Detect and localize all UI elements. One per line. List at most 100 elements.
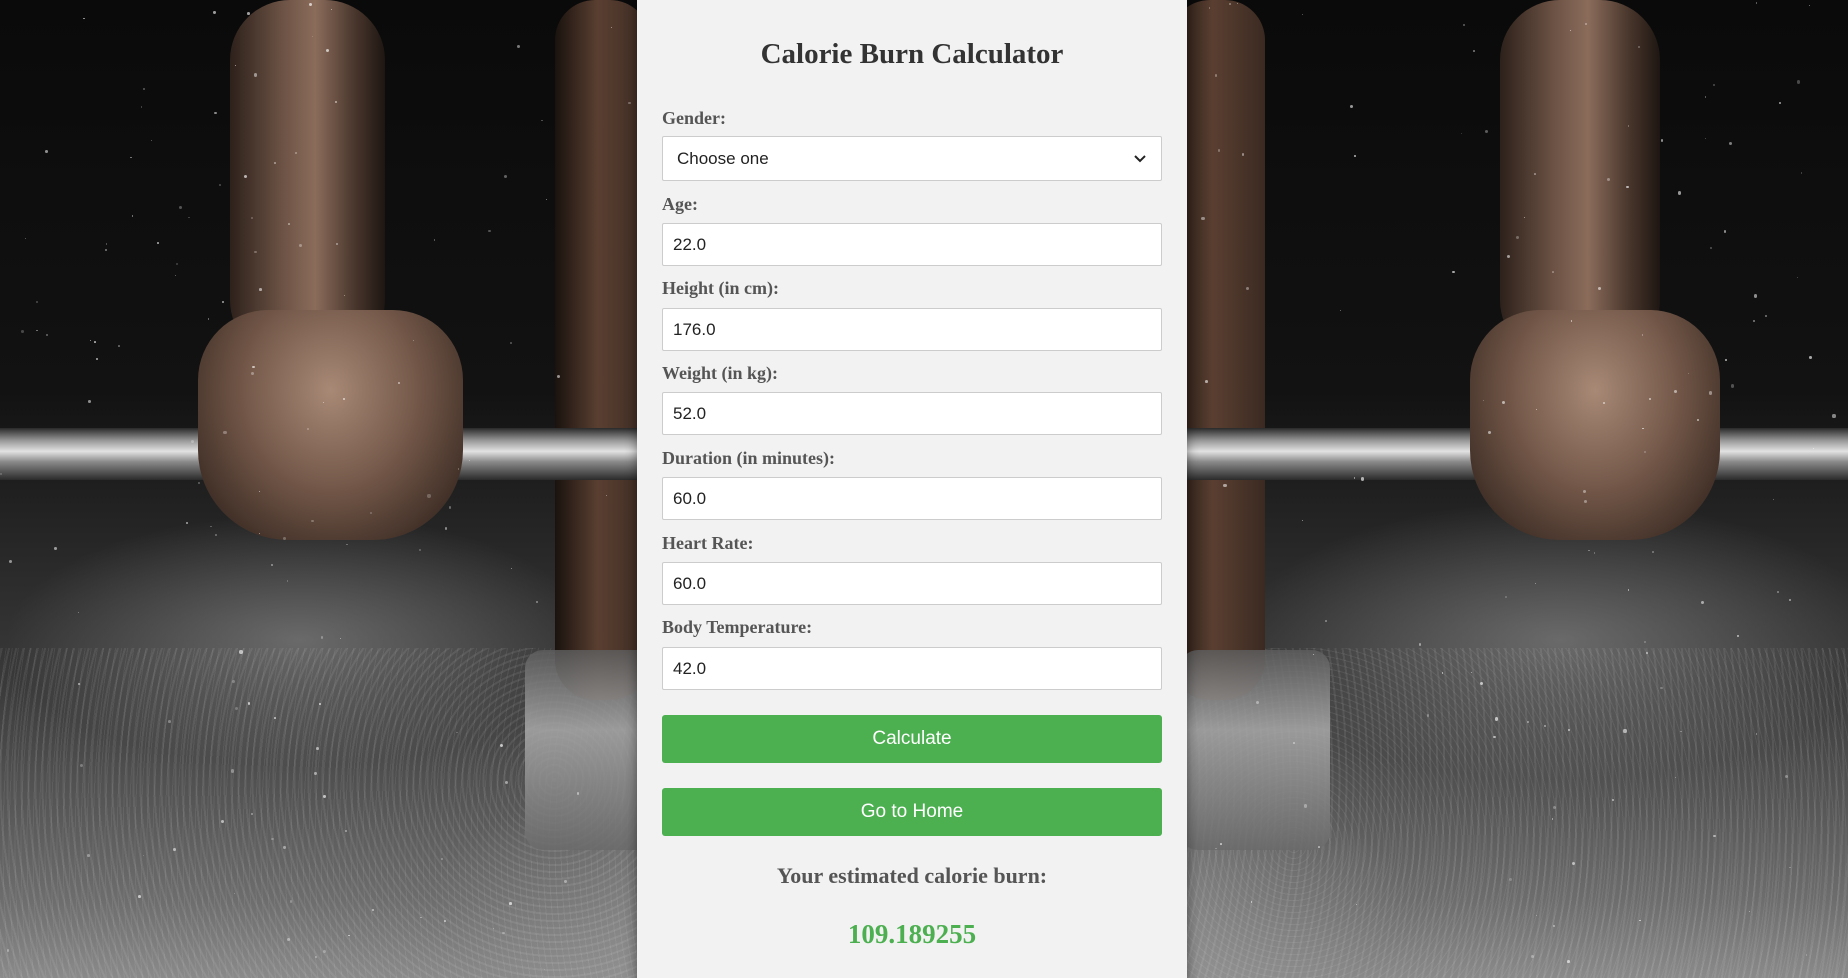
chalk-speck [35,300,39,304]
chalk-speck [1643,451,1646,454]
chalk-speck [24,237,27,240]
chalk-speck [444,920,446,922]
chalk-speck [1754,294,1758,298]
chalk-speck [369,511,372,514]
chalk-speck [307,427,310,430]
chalk-speck [1796,276,1799,279]
chalk-speck [1584,500,1587,503]
chalk-speck [516,45,520,49]
chalk-speck [88,399,91,403]
chalk-speck [541,119,543,122]
chalk-speck [174,275,176,277]
chalk-speck [1809,4,1811,7]
chalk-speck [1350,105,1353,109]
chalk-speck [1318,845,1320,848]
chalk-speck [210,525,212,528]
chalk-speck [1292,741,1295,744]
chalk-speck [346,543,348,546]
athlete-leg-left [555,0,650,700]
chalk-speck [1523,216,1525,219]
chalk-speck [1730,384,1734,388]
chalk-speck [1642,427,1644,430]
chalk-speck [77,611,79,613]
chalk-speck [319,703,321,705]
chalk-speck [1201,216,1205,221]
chalk-speck [172,848,176,851]
body-temperature-input[interactable] [662,647,1162,690]
chalk-speck [1534,173,1537,175]
chalk-speck [1801,172,1803,174]
chalk-speck [1603,401,1605,404]
chalk-speck [188,216,191,219]
chalk-speck [433,238,436,241]
chalk-speck [1660,139,1664,142]
chalk-speck [1552,805,1556,809]
chalk-speck [335,243,338,246]
heart-rate-input[interactable] [662,562,1162,605]
chalk-speck [325,48,329,52]
calculator-card: Calorie Burn Calculator Gender: Choose o… [637,0,1187,978]
chalk-speck [1641,334,1644,336]
chalk-speck [1723,229,1727,233]
weight-input[interactable] [662,392,1162,435]
duration-input[interactable] [662,477,1162,520]
chalk-speck [223,430,227,435]
chalk-speck [1755,733,1758,735]
chalk-speck [546,199,548,201]
chalk-speck [197,481,200,484]
chalk-speck [105,243,108,245]
chalk-speck [214,533,218,537]
gender-select[interactable]: Choose one [662,136,1162,181]
chalk-speck [504,781,508,785]
chalk-speck [1220,843,1222,846]
chalk-speck [315,746,319,750]
chalk-speck [271,837,274,841]
athlete-fist-left [198,310,463,540]
chalk-speck [1324,620,1327,622]
chalk-speck [412,339,414,342]
chalk-speck [1552,270,1554,273]
chalk-speck [1708,391,1712,395]
athlete-fist-right [1470,310,1720,540]
chalk-speck [1652,551,1654,553]
height-input[interactable] [662,308,1162,351]
page-title: Calorie Burn Calculator [760,38,1064,70]
go-to-home-button[interactable]: Go to Home [662,788,1162,836]
chalk-speck [1674,776,1677,778]
chalk-speck [1623,729,1627,733]
chalk-speck [1339,310,1341,312]
chalk-speck [444,527,448,530]
chalk-speck [1505,595,1508,599]
chalk-speck [1223,483,1227,488]
chalk-speck [1777,590,1779,593]
chalk-speck [1677,191,1681,195]
chalk-speck [213,11,216,14]
chalk-speck [95,357,98,361]
athlete-arm-right [1500,0,1660,360]
chalk-speck [175,262,179,266]
chalk-speck [1704,138,1706,140]
age-input[interactable] [662,223,1162,266]
chalk-speck [510,567,513,570]
chalk-speck [288,223,290,225]
chalk-speck [1584,23,1587,26]
chevron-down-icon [1133,152,1147,166]
chalk-speck [1506,254,1510,258]
chalk-speck [1752,319,1756,323]
calculate-button[interactable]: Calculate [662,715,1162,763]
chalk-speck [1705,96,1707,98]
chalk-speck [219,184,221,187]
chalk-speck [1593,552,1596,555]
chalk-speck [323,795,326,798]
chalk-speck [54,546,58,550]
chalk-speck [314,772,317,775]
chalk-speck [1353,477,1356,479]
chalk-speck [131,215,133,217]
chalk-speck [610,26,613,28]
chalk-speck [1729,142,1733,146]
chalk-speck [1535,582,1537,584]
chalk-speck [1479,681,1483,685]
chalk-speck [535,600,538,604]
chalk-speck [1646,651,1648,654]
chalk-speck [1778,101,1781,104]
